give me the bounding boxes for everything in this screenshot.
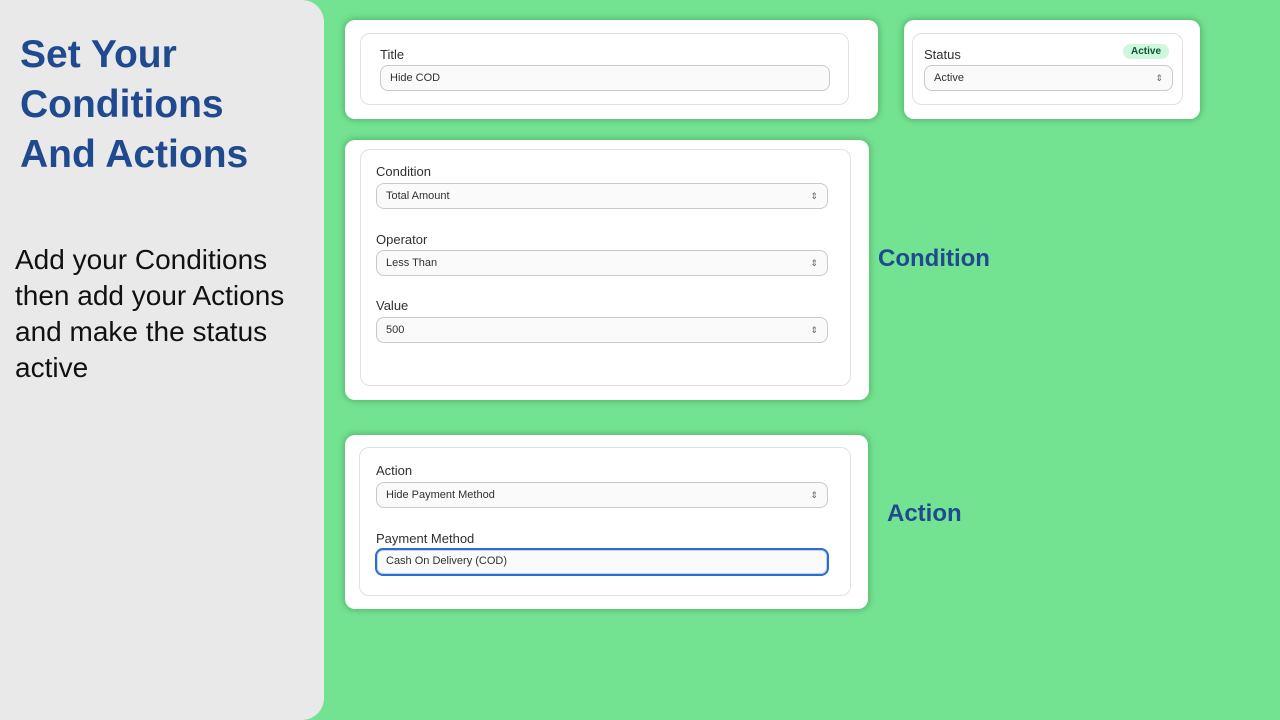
title-input[interactable]: Hide COD	[380, 65, 830, 91]
value-select-value: 500	[386, 324, 405, 336]
status-card: Status Active Active ⇕	[904, 20, 1200, 119]
status-select[interactable]: Active ⇕	[924, 65, 1173, 91]
intro-panel: Set Your Conditions And Actions Add your…	[0, 0, 324, 720]
payment-method-label: Payment Method	[376, 531, 475, 546]
chevron-up-down-icon: ⇕	[810, 191, 818, 201]
operator-select[interactable]: Less Than ⇕	[376, 250, 828, 276]
chevron-up-down-icon: ⇕	[810, 325, 818, 335]
action-card: Action Hide Payment Method ⇕ Payment Met…	[345, 435, 868, 609]
status-label: Status	[924, 47, 961, 62]
action-side-label: Action	[887, 500, 962, 527]
condition-label: Condition	[376, 164, 431, 179]
heading-line: Set Your	[20, 33, 177, 76]
condition-select-value: Total Amount	[386, 190, 450, 202]
action-select[interactable]: Hide Payment Method ⇕	[376, 482, 828, 508]
intro-description: Add your Conditions then add your Action…	[15, 244, 285, 383]
status-badge: Active	[1123, 44, 1170, 59]
title-section: Title Hide COD	[360, 33, 849, 105]
action-label: Action	[376, 463, 413, 478]
heading-line: And Actions	[20, 133, 249, 176]
heading-line: Conditions	[20, 83, 224, 126]
value-label: Value	[376, 298, 409, 313]
condition-select[interactable]: Total Amount ⇕	[376, 183, 828, 209]
action-section: Action Hide Payment Method ⇕ Payment Met…	[359, 447, 851, 596]
action-select-value: Hide Payment Method	[386, 489, 495, 501]
condition-side-label: Condition	[878, 245, 990, 272]
chevron-up-down-icon: ⇕	[1155, 73, 1163, 83]
title-card: Title Hide COD	[345, 20, 878, 119]
status-section: Status Active Active ⇕	[912, 33, 1183, 105]
condition-section: Condition Total Amount ⇕ Operator Less T…	[360, 149, 851, 386]
intro-heading: Set Your Conditions And Actions	[20, 30, 320, 180]
operator-select-value: Less Than	[386, 257, 438, 269]
condition-card: Condition Total Amount ⇕ Operator Less T…	[345, 140, 869, 400]
value-select[interactable]: 500 ⇕	[376, 317, 828, 343]
status-select-value: Active	[934, 72, 964, 84]
chevron-up-down-icon: ⇕	[810, 258, 818, 268]
title-label: Title	[380, 47, 405, 62]
payment-method-input[interactable]: Cash On Delivery (COD)	[375, 548, 829, 576]
chevron-up-down-icon: ⇕	[810, 490, 818, 500]
operator-label: Operator	[376, 232, 428, 247]
